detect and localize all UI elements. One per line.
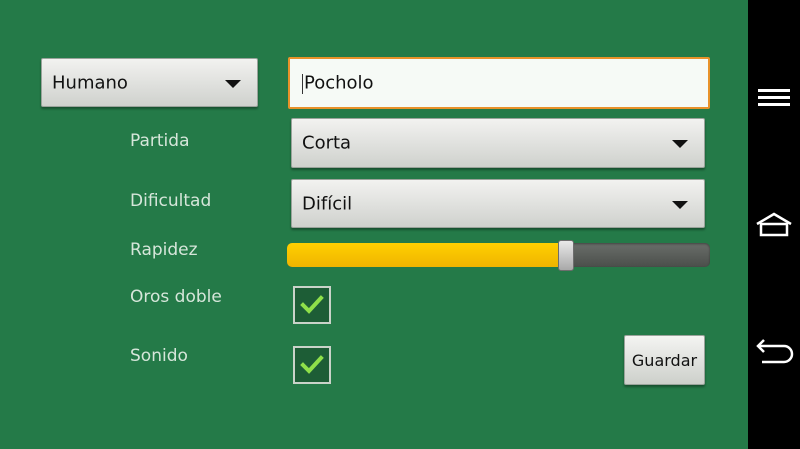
- chevron-down-icon: [225, 79, 241, 88]
- menu-button[interactable]: [748, 88, 800, 108]
- settings-screen: Humano Pocholo Partida Corta Dificultad …: [0, 0, 748, 449]
- rapidez-label: Rapidez: [130, 240, 198, 260]
- save-button[interactable]: Guardar: [624, 335, 705, 385]
- dificultad-label: Dificultad: [130, 191, 212, 211]
- partida-value: Corta: [302, 132, 352, 154]
- dificultad-dropdown[interactable]: Difícil: [291, 179, 705, 228]
- checkmark-icon: [300, 295, 324, 314]
- back-icon: [756, 339, 794, 364]
- slider-thumb[interactable]: [558, 240, 575, 271]
- chevron-down-icon: [672, 140, 688, 148]
- oros-doble-label: Oros doble: [130, 287, 222, 307]
- system-navigation-bar: [748, 0, 800, 449]
- checkmark-icon: [300, 355, 324, 374]
- player-type-dropdown[interactable]: Humano: [41, 58, 258, 107]
- sonido-checkbox[interactable]: [293, 346, 331, 384]
- menu-icon: [758, 89, 790, 106]
- player-name-value: Pocholo: [304, 72, 374, 94]
- home-button[interactable]: [748, 212, 800, 238]
- rapidez-slider[interactable]: [287, 240, 710, 271]
- chevron-down-icon: [672, 200, 688, 209]
- sonido-label: Sonido: [130, 346, 188, 366]
- player-type-value: Humano: [52, 72, 128, 93]
- home-icon: [756, 212, 792, 237]
- back-button[interactable]: [748, 338, 800, 364]
- partida-label: Partida: [130, 131, 190, 151]
- player-name-input[interactable]: Pocholo: [288, 57, 710, 109]
- slider-fill: [287, 243, 567, 267]
- text-cursor: [302, 74, 303, 94]
- partida-dropdown[interactable]: Corta: [291, 118, 705, 168]
- oros-doble-checkbox[interactable]: [293, 286, 331, 324]
- dificultad-value: Difícil: [302, 193, 353, 214]
